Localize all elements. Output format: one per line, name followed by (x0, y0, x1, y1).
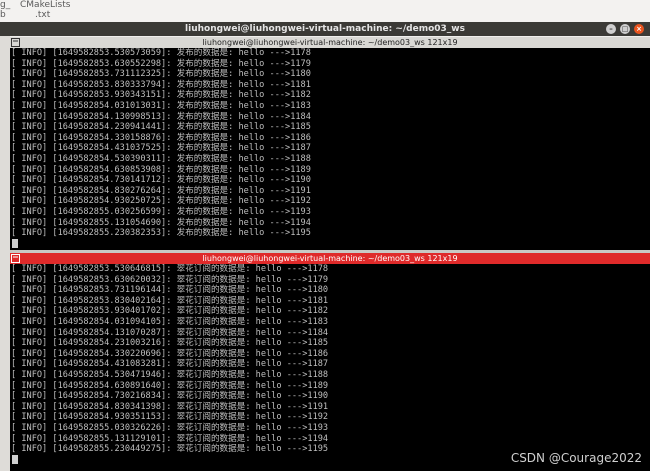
terminal-line: [ INFO] [1649582855.230382353]: 发布的数据是: … (11, 228, 311, 239)
terminal-cursor (12, 238, 18, 248)
terminal-line: [ INFO] [1649582853.830333794]: 发布的数据是: … (11, 79, 311, 90)
desktop-icon-label[interactable]: b (0, 10, 6, 20)
terminal-line: [ INFO] [1649582854.330220696]: 翠花订阅的数据是… (11, 348, 329, 359)
window-buttons: – □ × (606, 22, 644, 36)
terminal-line: [ INFO] [1649582854.530471946]: 翠花订阅的数据是… (11, 369, 329, 380)
minimize-button[interactable]: – (606, 24, 616, 34)
pane-titlebar-top[interactable]: liuhongwei@liuhongwei-virtual-machine: ~… (10, 37, 650, 48)
close-button[interactable]: × (634, 24, 644, 34)
terminal-line: [ INFO] [1649582853.630620032]: 翠花订阅的数据是… (11, 274, 329, 285)
terminal-line: [ INFO] [1649582853.530646815]: 翠花订阅的数据是… (11, 264, 329, 274)
terminal-line: [ INFO] [1649582855.131129101]: 翠花订阅的数据是… (11, 433, 329, 444)
terminal-line: [ INFO] [1649582854.930351153]: 翠花订阅的数据是… (11, 412, 329, 423)
terminal-line: [ INFO] [1649582854.330158876]: 发布的数据是: … (11, 132, 311, 143)
terminal-line: [ INFO] [1649582853.731112325]: 发布的数据是: … (11, 69, 311, 80)
terminal-line: [ INFO] [1649582854.431037525]: 发布的数据是: … (11, 143, 311, 154)
terminal-output-top[interactable]: [ INFO] [1649582853.530573059]: 发布的数据是: … (10, 48, 650, 250)
terminal-cursor (12, 454, 18, 464)
desktop-icons: g_ b CMakeLists .txt (0, 0, 650, 22)
terminal-icon (11, 38, 20, 47)
terminal-line: [ INFO] [1649582855.131054690]: 发布的数据是: … (11, 217, 311, 228)
terminal-line: [ INFO] [1649582854.630891640]: 翠花订阅的数据是… (11, 380, 329, 391)
terminal-line: [ INFO] [1649582853.930401702]: 翠花订阅的数据是… (11, 306, 329, 317)
terminal-line: [ INFO] [1649582854.830276264]: 发布的数据是: … (11, 185, 311, 196)
terminal-line: [ INFO] [1649582853.530573059]: 发布的数据是: … (11, 48, 311, 58)
terminal-line: [ INFO] [1649582853.731196144]: 翠花订阅的数据是… (11, 285, 329, 296)
terminal-line: [ INFO] [1649582854.130998513]: 发布的数据是: … (11, 111, 311, 122)
terminal-line: [ INFO] [1649582854.730216834]: 翠花订阅的数据是… (11, 391, 329, 402)
terminal-line: [ INFO] [1649582854.031094105]: 翠花订阅的数据是… (11, 316, 329, 327)
terminal-line: [ INFO] [1649582854.730141712]: 发布的数据是: … (11, 175, 311, 186)
window-titlebar[interactable]: liuhongwei@liuhongwei-virtual-machine: ~… (0, 22, 650, 36)
terminal-line: [ INFO] [1649582853.930343151]: 发布的数据是: … (11, 90, 311, 101)
terminal-line: [ INFO] [1649582854.930250725]: 发布的数据是: … (11, 196, 311, 207)
desktop-icon-cmakelists-ext[interactable]: .txt (35, 10, 50, 20)
terminal-line: [ INFO] [1649582854.630853908]: 发布的数据是: … (11, 164, 311, 175)
terminal-line: [ INFO] [1649582854.530390311]: 发布的数据是: … (11, 153, 311, 164)
terminal-line: [ INFO] [1649582854.830341398]: 翠花订阅的数据是… (11, 401, 329, 412)
terminal-line: [ INFO] [1649582854.131070287]: 翠花订阅的数据是… (11, 327, 329, 338)
terminal-line: [ INFO] [1649582854.231003216]: 翠花订阅的数据是… (11, 338, 329, 349)
desktop-icon-label[interactable]: g_ (0, 0, 10, 10)
desktop-icon-cmakelists[interactable]: CMakeLists (20, 0, 70, 10)
pane-titlebar-bottom[interactable]: liuhongwei@liuhongwei-virtual-machine: ~… (10, 253, 650, 264)
terminal-line: [ INFO] [1649582854.031013031]: 发布的数据是: … (11, 100, 311, 111)
terminal-line: [ INFO] [1649582854.230941441]: 发布的数据是: … (11, 122, 311, 133)
terminal-line: [ INFO] [1649582854.431083281]: 翠花订阅的数据是… (11, 359, 329, 370)
terminal-line: [ INFO] [1649582853.630552298]: 发布的数据是: … (11, 58, 311, 69)
terminal-icon (11, 254, 20, 263)
terminal-line: [ INFO] [1649582855.030256599]: 发布的数据是: … (11, 206, 311, 217)
terminal-output-bottom[interactable]: [ INFO] [1649582853.530646815]: 翠花订阅的数据是… (10, 264, 650, 471)
terminal-line: [ INFO] [1649582855.030326226]: 翠花订阅的数据是… (11, 422, 329, 433)
watermark: CSDN @Courage2022 (510, 451, 642, 465)
pane-title: liuhongwei@liuhongwei-virtual-machine: ~… (202, 38, 458, 47)
maximize-button[interactable]: □ (620, 24, 630, 34)
window-title: liuhongwei@liuhongwei-virtual-machine: ~… (185, 24, 465, 34)
terminal-line: [ INFO] [1649582853.830402164]: 翠花订阅的数据是… (11, 295, 329, 306)
terminal-prompt-line (10, 238, 650, 250)
pane-title: liuhongwei@liuhongwei-virtual-machine: ~… (202, 254, 458, 263)
window-left-strip (0, 36, 10, 471)
